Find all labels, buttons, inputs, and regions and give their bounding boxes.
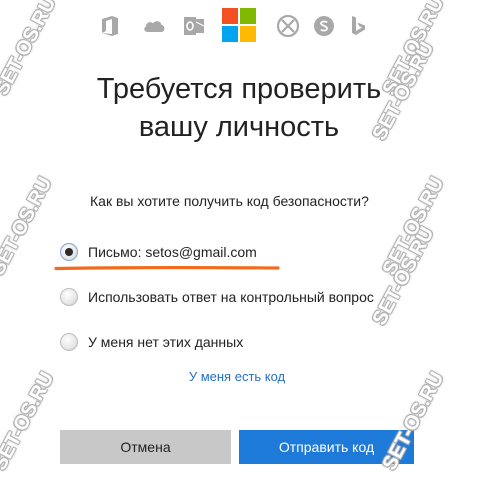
skype-icon bbox=[312, 14, 336, 38]
cancel-button[interactable]: Отмена bbox=[60, 430, 231, 464]
option-email[interactable]: Письмо: setos@gmail.com bbox=[60, 241, 257, 263]
have-code-link[interactable]: У меня есть код bbox=[0, 369, 474, 384]
option-no-data[interactable]: У меня нет этих данных bbox=[60, 331, 243, 353]
onedrive-icon bbox=[142, 14, 166, 38]
option-security-question-label[interactable]: Использовать ответ на контрольный вопрос bbox=[88, 289, 374, 305]
option-no-data-label[interactable]: У меня нет этих данных bbox=[88, 334, 243, 350]
option-security-question[interactable]: Использовать ответ на контрольный вопрос bbox=[60, 286, 374, 308]
xbox-icon bbox=[276, 14, 300, 38]
office-icon bbox=[98, 14, 122, 38]
page-title-line2: вашу личность bbox=[138, 111, 340, 143]
radio-security-question[interactable] bbox=[60, 288, 78, 306]
security-code-question: Как вы хотите получить код безопасности? bbox=[90, 193, 369, 209]
microsoft-logo bbox=[222, 8, 256, 42]
watermark: SET-OS.RU bbox=[0, 368, 59, 475]
annotation-underline bbox=[54, 265, 280, 271]
option-email-label[interactable]: Письмо: setos@gmail.com bbox=[88, 244, 257, 260]
outlook-icon bbox=[182, 14, 206, 38]
radio-email[interactable] bbox=[60, 243, 78, 261]
watermark: SET-OS.RU bbox=[0, 173, 57, 280]
radio-no-data[interactable] bbox=[60, 333, 78, 351]
bing-icon bbox=[346, 14, 370, 38]
